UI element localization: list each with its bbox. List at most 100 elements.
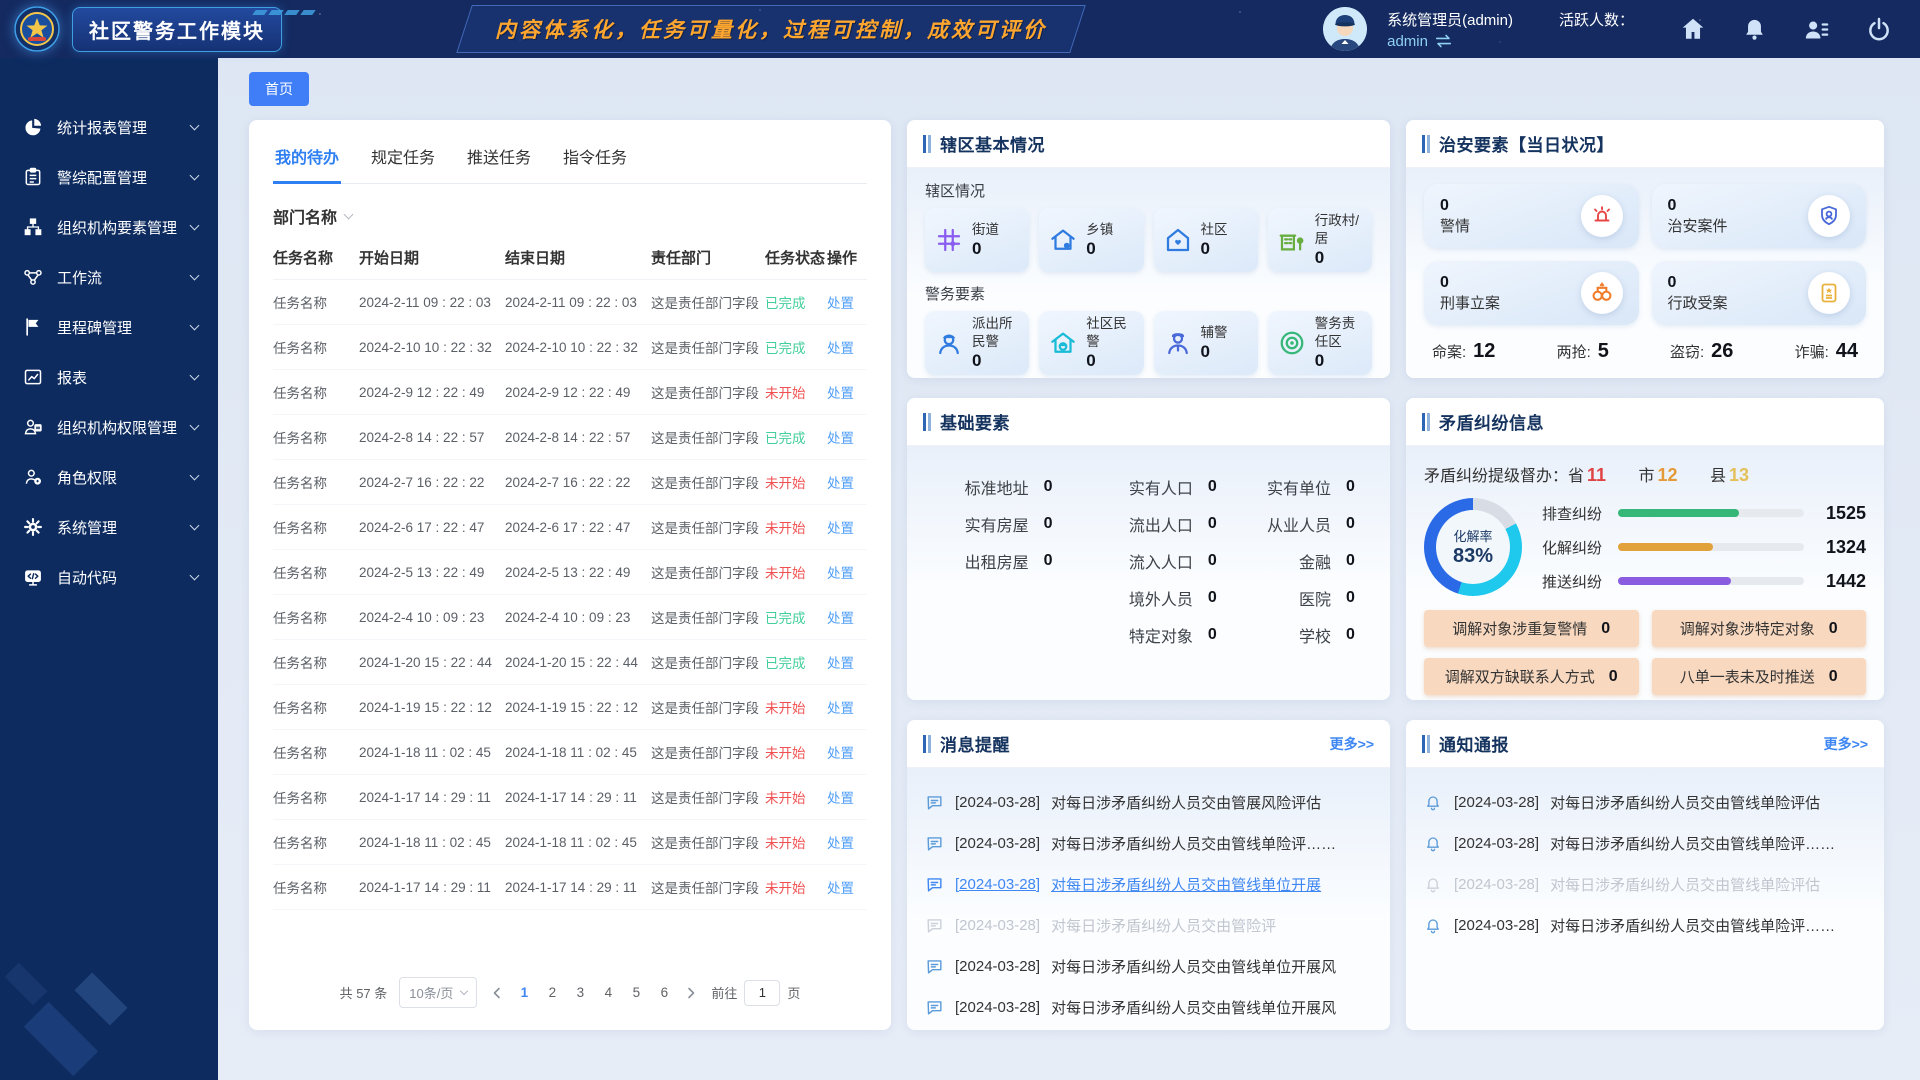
handle-link[interactable]: 处置 [827,382,867,402]
message-item[interactable]: [2024-03-28] 对每日涉矛盾纠纷人员交由管线单险评…… [925,823,1372,864]
tab-home[interactable]: 首页 [249,72,309,106]
notice-item[interactable]: [2024-03-28] 对每日涉矛盾纠纷人员交由管线单险评估 [1424,864,1866,905]
more-messages-link[interactable]: 更多>> [1330,734,1374,754]
stat-card-responsibility-zone[interactable]: 警务责任区0 [1268,311,1372,375]
donut-label: 化解率 [1453,526,1492,545]
page-number[interactable]: 1 [517,985,531,1000]
page-number[interactable]: 4 [601,985,615,1000]
sidebar-item-org-permission[interactable]: 组织机构权限管理 [0,402,218,452]
start-date: 2024-2-7 16 : 22 : 22 [359,475,505,490]
dispute-filter-button[interactable]: 调解对象涉特定对象 0 [1652,610,1867,647]
notice-item[interactable]: [2024-03-28] 对每日涉矛盾纠纷人员交由管线单险评…… [1424,823,1866,864]
user-avatar[interactable] [1323,7,1367,51]
todo-tab[interactable]: 我的待办 [273,140,341,184]
sidebar-decoration [6,944,176,1074]
stat-card-community-police[interactable]: 社区民警0 [1039,311,1143,375]
crime-stat: 诈骗:44 [1795,340,1858,363]
sidebar-item-reports[interactable]: 报表 [0,352,218,402]
message-item[interactable]: [2024-03-28] 对每日涉矛盾纠纷人员交由管险评 [925,905,1372,946]
sidebar-item-auto-code[interactable]: 自动代码 [0,552,218,602]
handle-link[interactable]: 处置 [827,787,867,807]
page-size-select[interactable]: 10条/页 [399,977,477,1008]
message-item[interactable]: [2024-03-28] 对每日涉矛盾纠纷人员交由管线单位开展 [925,864,1372,905]
responsible-dept: 这是责任部门字段 [651,652,765,672]
task-status: 未开始 [765,697,827,717]
department-filter[interactable]: 部门名称 [273,204,867,228]
stat-card-street[interactable]: 街道0 [925,208,1029,272]
message-item[interactable]: [2024-03-28] 对每日涉矛盾纠纷人员交由管展风险评估 [925,782,1372,823]
message-date: [2024-03-28] [955,917,1040,934]
chevron-down-icon [190,171,200,181]
dispute-filter-button[interactable]: 八单一表未及时推送 0 [1652,658,1867,695]
handle-link[interactable]: 处置 [827,517,867,537]
handle-link[interactable]: 处置 [827,742,867,762]
table-row: 任务名称 2024-2-8 14 : 22 : 57 2024-2-8 14 :… [273,415,867,460]
notice-item[interactable]: [2024-03-28] 对每日涉矛盾纠纷人员交由管线单险评估 [1424,782,1866,823]
responsibility-zone-icon [1277,328,1307,358]
page-number[interactable]: 3 [573,985,587,1000]
stat-card-auxiliary-police[interactable]: 辅警0 [1154,311,1258,375]
page-number[interactable]: 6 [657,985,671,1000]
responsible-dept: 这是责任部门字段 [651,607,765,627]
stat-card-incidents[interactable]: 0警情 [1424,184,1639,248]
power-icon[interactable] [1866,16,1892,42]
sidebar-item-role-permission[interactable]: 角色权限 [0,452,218,502]
more-notices-link[interactable]: 更多>> [1824,734,1868,754]
stat-card-community[interactable]: 社区0 [1154,208,1258,272]
handle-link[interactable]: 处置 [827,832,867,852]
contacts-icon[interactable] [1803,16,1830,43]
handle-link[interactable]: 处置 [827,292,867,312]
bell-icon[interactable] [1742,17,1767,42]
sidebar-item-workflow[interactable]: 工作流 [0,252,218,302]
panel-title: 基础要素 [940,409,1010,434]
notice-item[interactable]: [2024-03-28] 对每日涉矛盾纠纷人员交由管线单险评…… [1424,905,1866,946]
escalation-items: 省11 市12 县13 [1568,462,1777,486]
element-pair: 出租房屋 0 [929,542,1066,579]
sidebar-item-milestone[interactable]: 里程碑管理 [0,302,218,352]
page-number[interactable]: 5 [629,985,643,1000]
handle-link[interactable]: 处置 [827,697,867,717]
stat-card-station-police[interactable]: 派出所民警0 [925,311,1029,375]
handle-link[interactable]: 处置 [827,337,867,357]
next-page-icon[interactable] [683,987,699,999]
sidebar-item-statistics-report[interactable]: 统计报表管理 [0,102,218,152]
message-text: 对每日涉矛盾纠纷人员交由管线单位开展风 [1051,997,1336,1018]
goto-page-input[interactable] [744,980,780,1006]
sidebar-item-org-elements[interactable]: 组织机构要素管理 [0,202,218,252]
username[interactable]: admin [1387,33,1634,50]
stat-card-criminal-cases[interactable]: 0刑事立案 [1424,261,1639,325]
home-icon[interactable] [1680,16,1706,42]
stat-card-village[interactable]: 行政村/居0 [1268,208,1372,272]
handle-link[interactable]: 处置 [827,427,867,447]
table-row: 任务名称 2024-2-6 17 : 22 : 47 2024-2-6 17 :… [273,505,867,550]
handle-link[interactable]: 处置 [827,562,867,582]
notice-text: 对每日涉矛盾纠纷人员交由管线单险评估 [1550,792,1820,813]
task-status: 未开始 [765,472,827,492]
message-bubble-icon [925,998,944,1017]
todo-tab[interactable]: 指令任务 [561,140,629,184]
todo-tab[interactable]: 规定任务 [369,140,437,184]
dispute-filter-button[interactable]: 调解双方缺联系人方式 0 [1424,658,1639,695]
bar-track [1618,577,1804,585]
table-row: 任务名称 2024-2-7 16 : 22 : 22 2024-2-7 16 :… [273,460,867,505]
switch-user-icon[interactable] [1435,34,1452,48]
basic-elements-col1: 标准地址 0 实有房屋 0 出租房屋 0 [929,468,1066,653]
dispute-filter-button[interactable]: 调解对象涉重复警情 0 [1424,610,1639,647]
element-pair: 学校 0 [1238,616,1368,653]
handle-link[interactable]: 处置 [827,652,867,672]
todo-tab[interactable]: 推送任务 [465,140,533,184]
handle-link[interactable]: 处置 [827,877,867,897]
page-number[interactable]: 2 [545,985,559,1000]
sidebar-item-system[interactable]: 系统管理 [0,502,218,552]
element-pair: 从业人员 0 [1238,505,1368,542]
table-row: 任务名称 2024-1-18 11 : 02 : 45 2024-1-18 11… [273,820,867,865]
sidebar-item-police-config[interactable]: 警综配置管理 [0,152,218,202]
stat-card-administrative-cases[interactable]: 0行政受案 [1652,261,1867,325]
stat-card-public-security-cases[interactable]: 0治安案件 [1652,184,1867,248]
stat-card-town[interactable]: 乡镇0 [1039,208,1143,272]
handle-link[interactable]: 处置 [827,472,867,492]
message-item[interactable]: [2024-03-28] 对每日涉矛盾纠纷人员交由管线单位开展风 [925,946,1372,987]
message-item[interactable]: [2024-03-28] 对每日涉矛盾纠纷人员交由管线单位开展风 [925,987,1372,1028]
prev-page-icon[interactable] [489,987,505,999]
handle-link[interactable]: 处置 [827,607,867,627]
